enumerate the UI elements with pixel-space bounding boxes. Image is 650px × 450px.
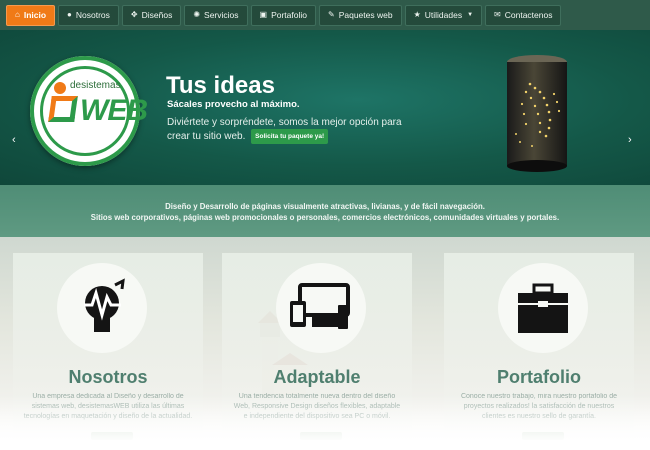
card-icon-circle — [57, 263, 147, 353]
card-icon-circle — [276, 263, 366, 353]
description-band: Diseño y Desarrollo de páginas visualmen… — [0, 185, 650, 237]
envelope-icon: ✉ — [494, 10, 501, 19]
briefcase-icon: ▣ — [259, 10, 268, 19]
edit-icon: ✎ — [328, 10, 335, 19]
nav-item-paquetes-web[interactable]: ✎ Paquetes web — [319, 4, 402, 26]
nav-label: Inicio — [23, 10, 47, 20]
briefcase-icon — [518, 283, 568, 333]
card-text: Conoce nuestro trabajo, mira nuestro por… — [460, 393, 618, 420]
logo-dot-icon — [54, 82, 66, 94]
nav-label: Utilidades — [424, 10, 463, 20]
nav-item-utilidades[interactable]: ★ Utilidades ▼ — [404, 4, 483, 26]
card-text: Una tendencia totalmente nueva dentro de… — [233, 393, 401, 420]
lamp-image — [507, 55, 567, 172]
band-line-2: Sitios web corporativos, páginas web pro… — [90, 213, 560, 222]
chevron-down-icon: ▼ — [467, 12, 474, 18]
card-text: Una empresa dedicada al Diseño y desarro… — [23, 393, 193, 420]
lightbulb-icon — [84, 278, 125, 332]
carousel-next-icon[interactable]: › — [628, 134, 632, 146]
top-navbar: ⌂ Inicio ● Nosotros ✥ Diseños ✺ Servicio… — [0, 0, 650, 30]
nav-label: Servicios — [204, 10, 239, 20]
home-icon: ⌂ — [15, 10, 20, 19]
nav-label: Diseños — [141, 10, 173, 20]
band-line-1: Diseño y Desarrollo de páginas visualmen… — [165, 202, 485, 211]
request-package-button[interactable]: Solicita tu paquete ya! — [251, 129, 329, 144]
feature-card-portafolio: Portafolio Conoce nuestro trabajo, mira … — [444, 253, 634, 450]
gear-icon: ✺ — [193, 10, 201, 19]
nav-item-inicio[interactable]: ⌂ Inicio — [6, 4, 56, 26]
nav-label: Portafolio — [271, 10, 307, 20]
nav-label: Contactenos — [504, 10, 553, 20]
logo-big-text: WEB — [80, 94, 148, 127]
card-icon-circle — [498, 263, 588, 353]
nav-label: Nosotros — [75, 10, 110, 20]
move-icon: ✥ — [130, 10, 138, 19]
devices-icon — [290, 283, 350, 329]
globe-icon: ● — [67, 10, 72, 19]
card-more-button[interactable] — [300, 432, 342, 440]
hero-title: Tus ideas — [166, 72, 275, 99]
hero-body: Diviértete y sorpréndete, somos la mejor… — [167, 116, 407, 144]
brand-logo[interactable]: desistemas WEB — [30, 56, 148, 166]
nav-item-contactenos[interactable]: ✉ Contactenos — [485, 4, 562, 26]
hero-carousel: desistemas WEB Tus ideas Sácales provech… — [0, 30, 650, 185]
star-icon: ★ — [413, 10, 421, 19]
card-title: Nosotros — [68, 367, 148, 387]
nav-item-disenos[interactable]: ✥ Diseños — [121, 4, 182, 26]
card-more-button[interactable] — [91, 432, 133, 440]
logo-small-text: desistemas — [70, 80, 121, 91]
carousel-prev-icon[interactable]: ‹ — [12, 134, 16, 146]
nav-item-nosotros[interactable]: ● Nosotros — [58, 4, 119, 26]
nav-label: Paquetes web — [338, 10, 393, 20]
card-more-button[interactable] — [522, 432, 564, 440]
logo-mark-icon — [48, 96, 78, 122]
card-title: Portafolio — [497, 367, 581, 387]
feature-card-nosotros: Nosotros Una empresa dedicada al Diseño … — [13, 253, 203, 450]
feature-card-adaptable: Adaptable Una tendencia totalmente nueva… — [222, 253, 412, 450]
nav-item-servicios[interactable]: ✺ Servicios — [184, 4, 248, 26]
nav-item-portafolio[interactable]: ▣ Portafolio — [250, 4, 316, 26]
hero-subtitle: Sácales provecho al máximo. — [167, 99, 300, 110]
card-title: Adaptable — [273, 367, 361, 387]
